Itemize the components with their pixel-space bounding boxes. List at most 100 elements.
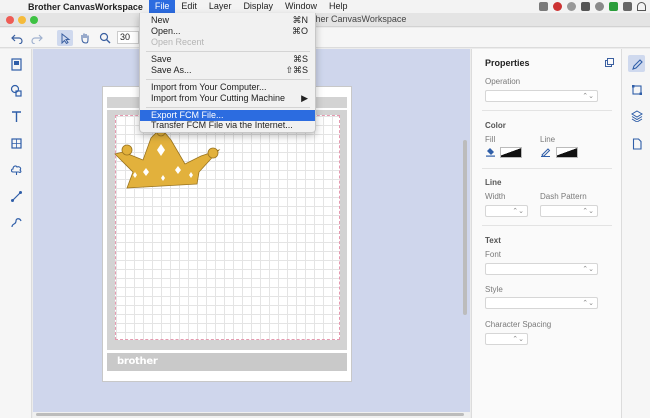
stepper-icon[interactable]: ⌃⌄ (512, 206, 524, 217)
menu-layer[interactable]: Layer (203, 0, 238, 13)
text-header: Text (485, 236, 501, 245)
line-width-input[interactable]: ⌃⌄ (485, 205, 528, 217)
divider (482, 168, 612, 169)
dash-pattern-label: Dash Pattern (540, 192, 587, 201)
menu-item-label: Import from Your Cutting Machine (151, 93, 286, 103)
color-header: Color (485, 121, 506, 130)
pen-icon (540, 146, 551, 160)
menu-item-import-machine[interactable]: Import from Your Cutting Machine ▶ (140, 93, 315, 104)
shape-tool-icon[interactable] (8, 82, 24, 98)
menu-item-open-recent: Open Recent (140, 37, 315, 48)
crown-shape[interactable] (113, 128, 223, 190)
right-panel-tabs (621, 49, 650, 418)
toolbar: 30 (0, 28, 650, 48)
hand-tool-icon[interactable] (77, 30, 93, 46)
menu-item-label: New (151, 15, 170, 25)
zoom-window-button[interactable] (30, 16, 38, 24)
menu-item-transfer-fcm[interactable]: Transfer FCM File via the Internet... (140, 120, 315, 131)
green-app-icon[interactable] (609, 2, 618, 11)
menu-file[interactable]: File (148, 0, 176, 13)
stepper-icon[interactable]: ⌃⌄ (512, 334, 524, 345)
properties-title: Properties (485, 58, 530, 68)
fabric-tool-icon[interactable] (8, 135, 24, 151)
fill-label: Fill (485, 135, 496, 144)
properties-panel: Properties Operation ⌃⌄ Color Fill Line … (471, 49, 621, 418)
close-window-button[interactable] (6, 16, 14, 24)
layers-tab-icon[interactable] (628, 107, 645, 124)
window-title: other CanvasWorkspace (308, 14, 407, 24)
bluetooth-icon[interactable] (623, 2, 632, 11)
refresh-icon[interactable] (595, 2, 604, 11)
mat-bottom-strip: brother (107, 353, 347, 371)
operation-select[interactable]: ⌃⌄ (485, 90, 598, 102)
select-tool-icon[interactable] (57, 30, 73, 46)
pattern-library-icon[interactable] (8, 56, 24, 72)
menu-item-label: Open Recent (151, 37, 205, 47)
menu-display[interactable]: Display (237, 0, 279, 13)
menu-edit[interactable]: Edit (175, 0, 203, 13)
menu-item-label: Export FCM File... (151, 110, 224, 120)
shortcut-label: ⇧⌘S (285, 65, 308, 75)
menu-item-new[interactable]: New ⌘N (140, 15, 315, 26)
divider (482, 110, 612, 111)
submenu-arrow-icon: ▶ (301, 93, 308, 103)
width-label: Width (485, 192, 506, 201)
shortcut-label: ⌘O (291, 26, 308, 36)
status-icons (539, 0, 646, 13)
font-label: Font (485, 250, 502, 259)
creative-cloud-icon[interactable] (553, 2, 562, 11)
menu-item-open[interactable]: Open... ⌘O (140, 26, 315, 37)
operation-label: Operation (485, 77, 521, 86)
chevron-updown-icon: ⌃⌄ (582, 93, 594, 100)
character-spacing-label: Character Spacing (485, 320, 552, 329)
menu-help[interactable]: Help (323, 0, 354, 13)
line-color-label: Line (540, 135, 556, 144)
chevron-updown-icon: ⌃⌄ (582, 300, 594, 307)
line-tool-icon[interactable] (8, 188, 24, 204)
vertical-scrollbar[interactable] (463, 140, 467, 315)
zoom-icon[interactable] (97, 30, 113, 46)
cloud-icon[interactable] (567, 2, 576, 11)
chevron-updown-icon: ⌃⌄ (582, 208, 594, 215)
freehand-tool-icon[interactable] (8, 214, 24, 230)
minimize-window-button[interactable] (18, 16, 26, 24)
properties-tab-icon[interactable] (628, 55, 645, 72)
menu-window[interactable]: Window (279, 0, 323, 13)
fill-bucket-icon (485, 146, 496, 160)
shortcut-label: ⌘N (292, 15, 309, 25)
undo-icon[interactable] (9, 30, 25, 46)
transform-tab-icon[interactable] (628, 81, 645, 98)
app-name-menu[interactable]: Brother CanvasWorkspace (28, 2, 143, 12)
style-select[interactable]: ⌃⌄ (485, 297, 598, 309)
character-spacing-input[interactable]: ⌃⌄ (485, 333, 528, 345)
expand-panel-icon[interactable] (605, 58, 614, 69)
font-select[interactable]: ⌃⌄ (485, 263, 598, 275)
style-label: Style (485, 285, 503, 294)
menu-item-save-as[interactable]: Save As... ⇧⌘S (140, 65, 315, 76)
wifi-icon[interactable] (637, 2, 646, 11)
dash-pattern-select[interactable]: ⌃⌄ (540, 205, 598, 217)
text-tool-icon[interactable] (8, 108, 24, 124)
menu-item-label: Transfer FCM File via the Internet... (151, 120, 293, 130)
line-color-swatch[interactable] (556, 147, 578, 158)
file-menu-dropdown: New ⌘N Open... ⌘O Open Recent Save ⌘S Sa… (139, 13, 316, 133)
menu-separator (146, 107, 310, 108)
page-tab-icon[interactable] (628, 135, 645, 152)
mat-brand-logo: brother (117, 356, 158, 367)
fill-color-swatch[interactable] (500, 147, 522, 158)
window-title-bar: other CanvasWorkspace (0, 13, 650, 27)
sync-icon[interactable] (581, 2, 590, 11)
left-tool-palette (0, 49, 32, 418)
menu-item-label: Import from Your Computer... (151, 82, 267, 92)
divider (482, 225, 612, 226)
status-app-icon[interactable] (539, 2, 548, 11)
menu-item-label: Open... (151, 26, 181, 36)
menu-item-import-computer[interactable]: Import from Your Computer... (140, 82, 315, 93)
zoom-level-input[interactable]: 30 (117, 31, 139, 44)
redo-icon[interactable] (29, 30, 45, 46)
applique-tool-icon[interactable] (8, 162, 24, 178)
menu-item-save[interactable]: Save ⌘S (140, 54, 315, 65)
horizontal-scrollbar[interactable] (36, 413, 464, 416)
line-header: Line (485, 178, 502, 187)
menu-bar: Brother CanvasWorkspace File Edit Layer … (0, 0, 650, 13)
